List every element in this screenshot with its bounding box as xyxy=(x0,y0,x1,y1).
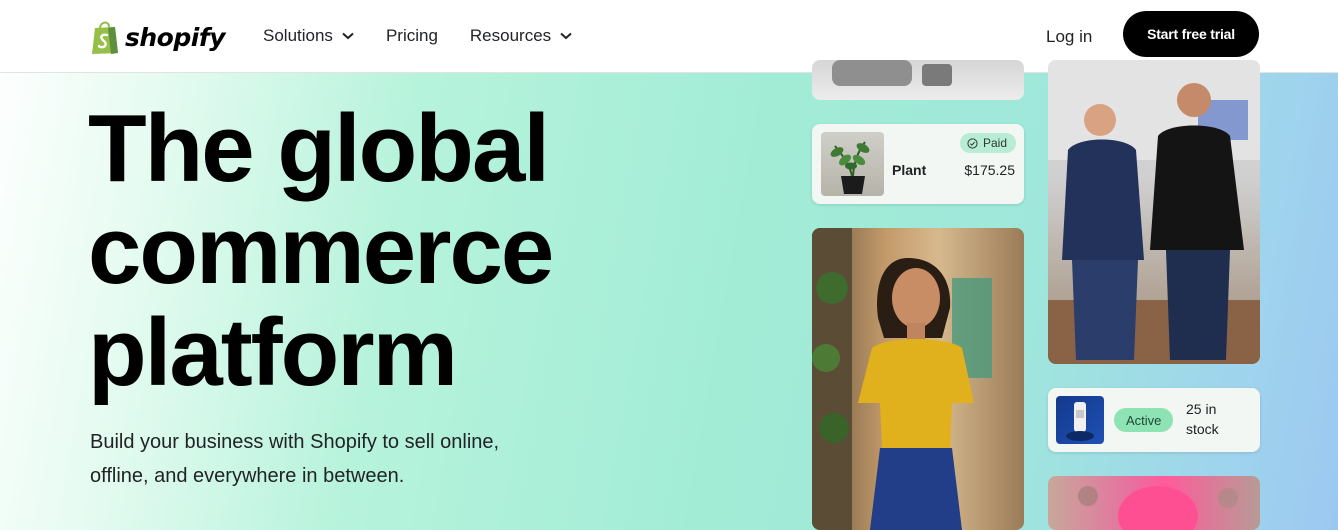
paid-status-badge: Paid xyxy=(960,133,1017,153)
subtext-line: offline, and everywhere in between. xyxy=(90,465,405,487)
hero-subtext: Build your business with Shopify to sell… xyxy=(90,425,570,493)
nav-pricing[interactable]: Pricing xyxy=(386,26,438,46)
shopping-bag-icon xyxy=(92,21,118,54)
plant-thumbnail xyxy=(821,132,884,196)
nav-solutions-label: Solutions xyxy=(263,26,333,45)
main-nav: Solutions Pricing Resources xyxy=(263,26,604,46)
login-link[interactable]: Log in xyxy=(1046,27,1092,47)
check-circle-icon xyxy=(967,137,978,149)
product-photo xyxy=(832,60,952,86)
product-photo-card xyxy=(812,60,1024,100)
nav-pricing-label: Pricing xyxy=(385,26,438,45)
inventory-card: Active 25 in stock xyxy=(1048,388,1260,452)
nav-resources[interactable]: Resources xyxy=(470,26,572,46)
customer-photo-card xyxy=(1048,476,1260,530)
active-status-badge: Active xyxy=(1114,408,1174,432)
headline-line: platform xyxy=(88,299,458,406)
brand-wordmark: shopify xyxy=(125,22,226,52)
product-price: $175.25 xyxy=(964,162,1015,178)
subtext-line: Build your business with Shopify to sell… xyxy=(90,431,500,453)
product-name: Plant xyxy=(892,162,927,178)
hero-headline: The global commerce platform xyxy=(88,98,708,404)
nav-solutions[interactable]: Solutions xyxy=(263,26,354,46)
stock-count: 25 in stock xyxy=(1186,401,1219,437)
start-free-trial-button[interactable]: Start free trial xyxy=(1123,11,1259,57)
paid-status-label: Paid xyxy=(983,136,1008,150)
merchant-photo xyxy=(812,228,992,530)
team-photo xyxy=(1048,60,1260,364)
team-photo-card xyxy=(1048,60,1260,364)
headline-line: commerce xyxy=(88,197,554,304)
customer-photo xyxy=(1078,486,1238,530)
order-card: Paid Plant $175.25 xyxy=(812,124,1024,204)
nav-resources-label: Resources xyxy=(469,26,552,45)
chevron-down-icon xyxy=(560,32,572,40)
shopify-logo[interactable]: shopify xyxy=(90,18,226,56)
product-thumbnail xyxy=(1056,396,1104,444)
chevron-down-icon xyxy=(342,32,354,40)
headline-line: The global xyxy=(88,95,550,202)
merchant-photo-card xyxy=(812,228,1024,530)
